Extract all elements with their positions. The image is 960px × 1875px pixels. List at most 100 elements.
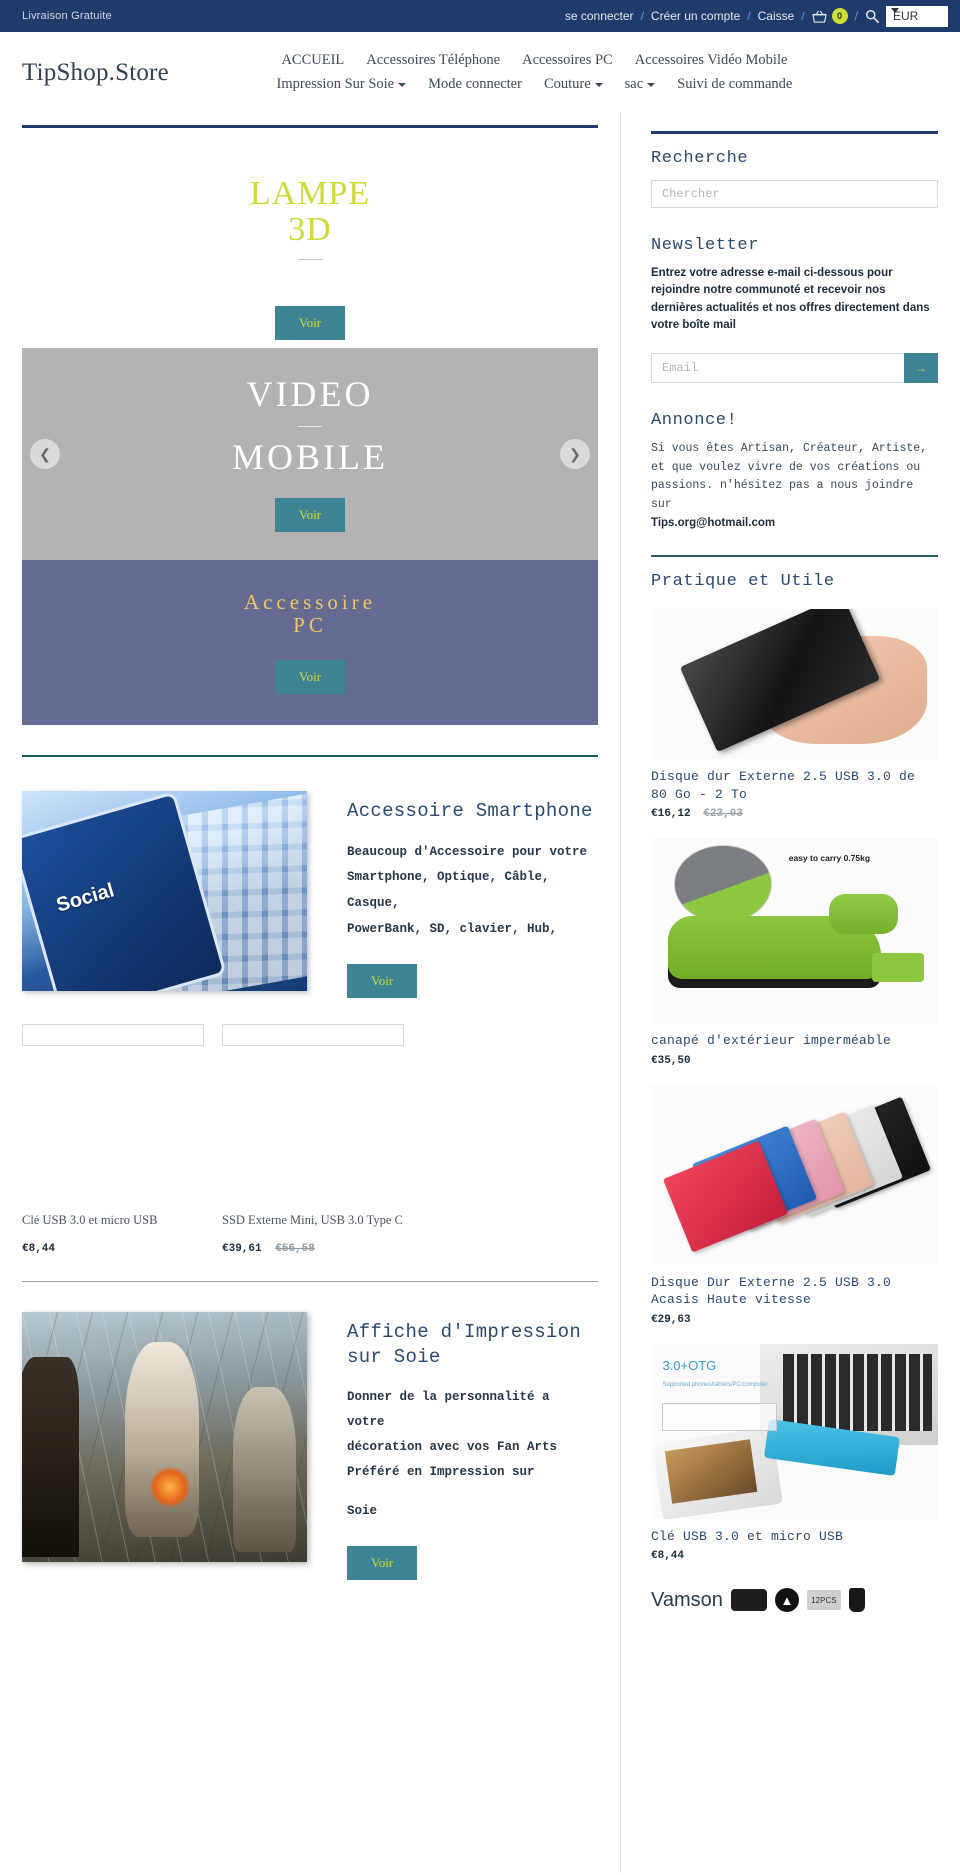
nav-item-accessoires-video-mobile[interactable]: Accessoires Vidéo Mobile bbox=[635, 52, 788, 69]
product-card[interactable]: Clé USB 3.0 et micro USB €8,44 bbox=[22, 1024, 204, 1255]
feature-body: Affiche d'Impression sur Soie Donner de … bbox=[347, 1312, 598, 1581]
top-utility-bar: Livraison Gratuite se connecter / Créer … bbox=[0, 0, 960, 32]
laptop-keys-graphic bbox=[783, 1354, 933, 1432]
slider-prev-arrow-icon[interactable]: ❮ bbox=[30, 439, 60, 469]
newsletter-email-input[interactable] bbox=[651, 352, 904, 383]
sidebar-product-card[interactable]: 3.0+OTG Supported phones/tablets/PC/comp… bbox=[651, 1343, 938, 1562]
nav-item-sac[interactable]: sac bbox=[625, 76, 656, 93]
sidebar-product-card[interactable]: Disque Dur Externe 2.5 USB 3.0 Acasis Ha… bbox=[651, 1084, 938, 1326]
product-current-price: €39,61 bbox=[222, 1243, 262, 1256]
nav-item-suivi-de-commande[interactable]: Suivi de commande bbox=[677, 76, 792, 93]
shopping-basket-icon bbox=[811, 10, 827, 23]
nav-label: Accessoires Téléphone bbox=[366, 52, 501, 68]
sidebar-product-name: Disque dur Externe 2.5 USB 3.0 de 80 Go … bbox=[651, 769, 916, 802]
slider-next-arrow-icon[interactable]: ❯ bbox=[560, 439, 590, 469]
product-image-area bbox=[222, 1046, 404, 1207]
brand-name: Vamson bbox=[651, 1588, 723, 1611]
feature-title-line2: sur Soie bbox=[347, 1345, 441, 1368]
product-card[interactable]: SSD Externe Mini, USB 3.0 Type C €39,61 … bbox=[222, 1024, 404, 1255]
chevron-down-icon bbox=[647, 82, 656, 87]
sidebar-heading-pratique-et-utile: Pratique et Utile bbox=[651, 572, 835, 591]
product-current-price: €8,44 bbox=[22, 1243, 56, 1256]
sidebar-product-price: €8,44 bbox=[651, 1550, 938, 1562]
sidebar-heading-newsletter: Newsletter bbox=[651, 236, 760, 255]
announce-body: Si vous êtes Artisan, Créateur, Artiste,… bbox=[651, 440, 938, 533]
top-utility-links: se connecter / Créer un compte / Caisse … bbox=[565, 5, 948, 27]
chevron-down-icon bbox=[398, 82, 407, 87]
link-separator: / bbox=[747, 9, 751, 23]
carry-bag-graphic bbox=[872, 952, 924, 983]
main-navigation: ACCUEIL Accessoires Téléphone Accessoire… bbox=[169, 52, 938, 93]
page-body: LAMPE 3D Voir ❮ ❯ VIDEO MOBILE Voir Acce… bbox=[0, 113, 960, 1873]
hero-title-line1: LAMPE bbox=[249, 174, 371, 212]
feature-cta-button[interactable]: Voir bbox=[347, 964, 418, 999]
feature-description-line: décoration avec vos Fan Arts bbox=[347, 1440, 558, 1455]
hero-slide-accessoire-pc[interactable]: Accessoire PC Voir bbox=[22, 560, 598, 725]
chevron-down-icon bbox=[891, 7, 899, 13]
product-price: €39,61 €56,58 bbox=[222, 1243, 404, 1255]
hero-cta-button[interactable]: Voir bbox=[274, 306, 346, 341]
nav-item-accueil[interactable]: ACCUEIL bbox=[281, 52, 344, 69]
hero-cta-button[interactable]: Voir bbox=[274, 659, 346, 694]
sofa-headrest-graphic bbox=[828, 893, 898, 935]
product-price: €8,44 bbox=[22, 1243, 204, 1255]
nav-row-secondary: Impression Sur Soie Mode connecter Coutu… bbox=[277, 76, 793, 93]
nav-label: Suivi de commande bbox=[677, 76, 793, 92]
nav-item-impression-sur-soie[interactable]: Impression Sur Soie bbox=[277, 76, 407, 93]
feature-title-line1: Affiche d'Impression bbox=[347, 1321, 582, 1344]
feature-affiche-impression-sur-soie: Affiche d'Impression sur Soie Donner de … bbox=[22, 1312, 598, 1581]
sidebar-product-card[interactable]: Disque dur Externe 2.5 USB 3.0 de 80 Go … bbox=[651, 609, 938, 820]
nav-item-accessoires-telephone[interactable]: Accessoires Téléphone bbox=[366, 52, 500, 69]
nav-label: Accessoires Vidéo Mobile bbox=[634, 52, 788, 68]
nav-item-couture[interactable]: Couture bbox=[544, 76, 603, 93]
site-logo[interactable]: TipShop.Store bbox=[22, 59, 169, 87]
chevron-down-icon bbox=[594, 82, 603, 87]
cart-button[interactable]: 0 bbox=[811, 8, 848, 24]
sidebar-product-card[interactable]: easy to carry 0.75kg canapé d'extérieur … bbox=[651, 838, 938, 1067]
hero-title: LAMPE 3D bbox=[249, 174, 371, 247]
link-separator: / bbox=[640, 9, 644, 23]
announce-text: Si vous êtes Artisan, Créateur, Artiste,… bbox=[651, 441, 928, 511]
newsletter-form: → bbox=[651, 352, 938, 383]
feature-accessoire-smartphone: Social Accessoire Smartphone Beaucoup d'… bbox=[22, 791, 598, 999]
feature-description-line: Donner de la personnalité a votre bbox=[347, 1390, 550, 1430]
newsletter-submit-button[interactable]: → bbox=[904, 352, 938, 383]
search-input[interactable] bbox=[651, 180, 938, 208]
feature-description: Beaucoup d'Accessoire pour votre Smartph… bbox=[347, 840, 597, 943]
feature-title: Accessoire Smartphone bbox=[347, 800, 593, 822]
nav-item-mode-connecter[interactable]: Mode connecter bbox=[428, 76, 522, 93]
sidebar-product-image-usb-otg: 3.0+OTG Supported phones/tablets/PC/comp… bbox=[651, 1343, 938, 1519]
sidebar-product-old-price: €23,03 bbox=[703, 808, 743, 821]
hero-slide-video-mobile[interactable]: ❮ ❯ VIDEO MOBILE Voir bbox=[22, 348, 598, 560]
fire-graphic bbox=[150, 1467, 191, 1508]
section-divider-thin bbox=[22, 1281, 598, 1283]
hero-title-line2: MOBILE bbox=[232, 436, 388, 477]
sidebar-product-image-acasis bbox=[651, 1084, 938, 1265]
product-name: Clé USB 3.0 et micro USB bbox=[22, 1213, 158, 1228]
sidebar-divider-teal bbox=[651, 555, 938, 557]
compatibility-diagram-graphic bbox=[662, 1403, 778, 1432]
login-link[interactable]: se connecter bbox=[565, 9, 634, 23]
nav-label: Impression Sur Soie bbox=[276, 76, 395, 92]
search-icon[interactable] bbox=[865, 9, 879, 23]
hero-title-line2: PC bbox=[293, 612, 327, 637]
feature-title: Affiche d'Impression sur Soie bbox=[347, 1320, 598, 1369]
product-image-area bbox=[22, 1046, 204, 1207]
feature-description: Donner de la personnalité a votre décora… bbox=[347, 1385, 587, 1524]
feature-cta-button[interactable]: Voir bbox=[347, 1546, 418, 1581]
hero-cta-button[interactable]: Voir bbox=[274, 498, 346, 533]
register-link[interactable]: Créer un compte bbox=[651, 9, 740, 23]
sidebar-product-image-hdd bbox=[651, 609, 938, 759]
main-content-column: LAMPE 3D Voir ❮ ❯ VIDEO MOBILE Voir Acce… bbox=[0, 113, 620, 1581]
nav-item-accessoires-pc[interactable]: Accessoires PC bbox=[522, 52, 613, 69]
currency-selector[interactable]: EUR bbox=[886, 5, 948, 27]
product-grid: Clé USB 3.0 et micro USB €8,44 SSD Exter… bbox=[22, 1024, 598, 1255]
nav-label: Couture bbox=[543, 76, 591, 92]
checkout-link[interactable]: Caisse bbox=[758, 9, 795, 23]
sidebar-product-card-partial[interactable]: Vamson ▲ 12PCS bbox=[651, 1588, 938, 1613]
announce-email[interactable]: Tips.org@hotmail.com bbox=[651, 514, 938, 533]
hero-title-second: MOBILE bbox=[232, 436, 388, 477]
foreground-figure-graphic bbox=[22, 1357, 79, 1558]
person-carrying-graphic bbox=[673, 845, 772, 924]
hero-slide-lampe-3d[interactable]: LAMPE 3D Voir bbox=[22, 128, 598, 348]
